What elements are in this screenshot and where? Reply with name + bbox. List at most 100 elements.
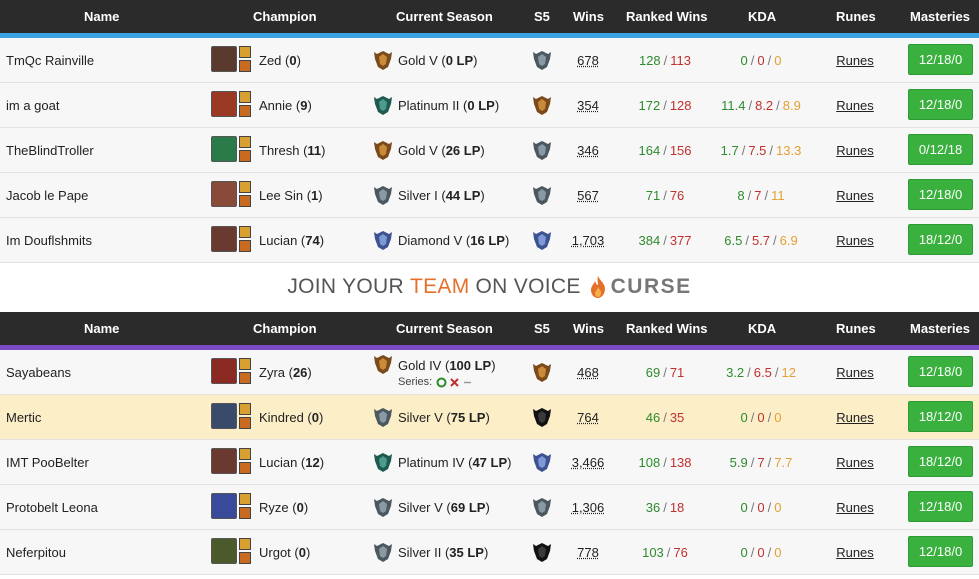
summoner-spell-icon — [239, 507, 251, 519]
runes-link[interactable]: Runes — [825, 83, 885, 127]
header-kda: KDA — [748, 321, 777, 336]
total-wins[interactable]: 468 — [566, 350, 610, 394]
player-name[interactable]: Jacob le Pape — [6, 173, 88, 217]
kda-deaths: 7 — [757, 454, 765, 470]
player-name[interactable]: Neferpitou — [6, 530, 66, 574]
lucian-icon — [211, 448, 237, 474]
masteries-button[interactable]: 12/18/0 — [908, 491, 973, 522]
total-wins[interactable]: 764 — [566, 395, 610, 439]
rank-lp: 75 LP — [450, 409, 486, 425]
kda-deaths: 0 — [757, 544, 765, 560]
ranked-losses: 18 — [669, 499, 685, 515]
rank-name: Gold IV — [398, 357, 442, 373]
ranked-wins-losses: 69/71 — [645, 364, 685, 380]
runes-link[interactable]: Runes — [825, 485, 885, 529]
voice-banner[interactable]: JOIN YOUR TEAM ON VOICE CURSE — [0, 262, 979, 312]
ranked-wins: 172 — [638, 97, 661, 113]
champion-name: Lucian — [259, 454, 298, 470]
player-name[interactable]: IMT PooBelter — [6, 440, 89, 484]
team1-header: Name Champion Current Season S5 Wins Ran… — [0, 0, 979, 33]
summoner-spell-icon — [239, 493, 251, 505]
masteries-button[interactable]: 18/12/0 — [908, 401, 973, 432]
player-name[interactable]: TheBlindTroller — [6, 128, 94, 172]
champion-name: Urgot — [259, 544, 291, 560]
gold-rank-icon — [372, 49, 394, 71]
champion-name: Zyra — [259, 364, 285, 380]
kda-assists: 7.7 — [774, 454, 793, 470]
champion-games: 74 — [305, 232, 320, 248]
champion-games: 0 — [289, 52, 297, 68]
kda: 6.5/5.7/6.9 — [724, 232, 798, 248]
total-wins[interactable]: 1,306 — [566, 485, 610, 529]
ranked-wins: 46 — [645, 409, 661, 425]
masteries-button[interactable]: 18/12/0 — [908, 224, 973, 255]
masteries-button[interactable]: 18/12/0 — [908, 446, 973, 477]
player-row: Im Douflshmits Lucian (74) Diamond V (16 L… — [0, 218, 979, 263]
kda-assists: 0 — [774, 499, 782, 515]
team2-header: Name Champion Current Season S5 Wins Ran… — [0, 312, 979, 345]
rank-lp: 26 LP — [445, 142, 481, 158]
summoner-spell-icon — [239, 538, 251, 550]
ryze-icon — [211, 493, 237, 519]
kda: 5.9/7/7.7 — [729, 454, 793, 470]
header-s5: S5 — [534, 321, 550, 336]
kda: 8/7/11 — [737, 187, 785, 203]
total-wins[interactable]: 354 — [566, 83, 610, 127]
total-wins[interactable]: 778 — [566, 530, 610, 574]
player-name[interactable]: Protobelt Leona — [6, 485, 98, 529]
team2-table: Name Champion Current Season S5 Wins Ran… — [0, 312, 979, 575]
total-wins[interactable]: 678 — [566, 38, 610, 82]
ranked-wins-losses: 71/76 — [645, 187, 685, 203]
total-wins[interactable]: 567 — [566, 173, 610, 217]
kda: 11.4/8.2/8.9 — [721, 97, 801, 113]
player-name[interactable]: Sayabeans — [6, 350, 71, 394]
masteries-button[interactable]: 12/18/0 — [908, 89, 973, 120]
current-rank: Gold V (26 LP) — [398, 142, 485, 158]
rank-name: Platinum II — [398, 97, 460, 113]
kda: 1.7/7.5/13.3 — [720, 142, 802, 158]
runes-link[interactable]: Runes — [825, 173, 885, 217]
summoner-spell-icon — [239, 150, 251, 162]
zed-icon — [211, 46, 237, 72]
kda-deaths: 8.2 — [755, 97, 774, 113]
champion-name: Kindred — [259, 409, 304, 425]
runes-link[interactable]: Runes — [825, 38, 885, 82]
runes-link[interactable]: Runes — [825, 395, 885, 439]
total-wins[interactable]: 346 — [566, 128, 610, 172]
runes-link[interactable]: Runes — [825, 218, 885, 262]
ranked-wins-losses: 46/35 — [645, 409, 685, 425]
kda-deaths: 0 — [757, 52, 765, 68]
runes-link[interactable]: Runes — [825, 128, 885, 172]
player-name[interactable]: Mertic — [6, 395, 41, 439]
runes-link[interactable]: Runes — [825, 440, 885, 484]
ranked-losses: 138 — [669, 454, 692, 470]
player-row: TheBlindTroller Thresh (11) Gold V (26 LP)… — [0, 128, 979, 173]
current-rank: Silver I (44 LP) — [398, 187, 485, 203]
header-runes: Runes — [836, 9, 876, 24]
masteries-button[interactable]: 12/18/0 — [908, 44, 973, 75]
masteries-button[interactable]: 12/18/0 — [908, 356, 973, 387]
player-name[interactable]: TmQc Rainville — [6, 38, 94, 82]
platinum-rank-icon — [372, 451, 394, 473]
kda-kills: 11.4 — [721, 97, 746, 113]
masteries-button[interactable]: 12/18/0 — [908, 179, 973, 210]
masteries-button[interactable]: 0/12/18 — [908, 134, 973, 165]
header-champion: Champion — [253, 321, 317, 336]
runes-link[interactable]: Runes — [825, 530, 885, 574]
curse-flame-icon — [590, 276, 605, 298]
kda-kills: 3.2 — [726, 364, 745, 380]
kda-deaths: 7.5 — [748, 142, 767, 158]
current-rank: Silver V (69 LP) — [398, 499, 490, 515]
total-wins[interactable]: 3,466 — [566, 440, 610, 484]
masteries-button[interactable]: 12/18/0 — [908, 536, 973, 567]
diamond-s5-rank-icon — [531, 229, 553, 251]
summoner-spell-icon — [239, 136, 251, 148]
unranked-s5-rank-icon — [531, 541, 553, 563]
runes-link[interactable]: Runes — [825, 350, 885, 394]
player-name[interactable]: im a goat — [6, 83, 59, 127]
total-wins[interactable]: 1,703 — [566, 218, 610, 262]
current-rank: Gold V (0 LP) — [398, 52, 478, 68]
champion-games: 1 — [311, 187, 319, 203]
player-name[interactable]: Im Douflshmits — [6, 218, 92, 262]
champion-name: Zed — [259, 52, 282, 68]
